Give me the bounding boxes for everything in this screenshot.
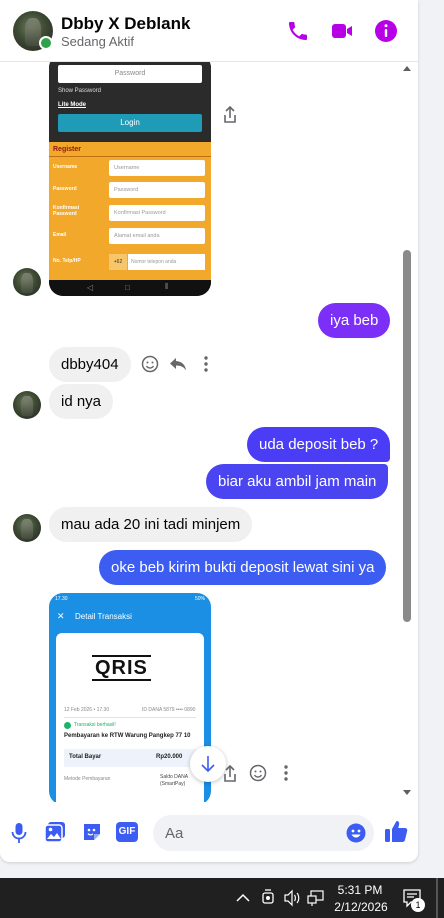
message-bubble-incoming[interactable]: id nya	[49, 384, 114, 419]
receipt-status-battery: 50%	[194, 596, 205, 602]
method-value: Saldo DANA	[160, 774, 189, 780]
messenger-window: Dbby X Deblank Sedang Aktif Password Sho…	[0, 0, 418, 862]
message-bubble-outgoing[interactable]: iya beb	[318, 303, 391, 338]
image-attachment-receipt[interactable]: 17.30 50% ✕ Detail Transaksi QRIS 12 Feb…	[49, 593, 211, 802]
field-label: Password	[53, 186, 77, 192]
phone-call-icon[interactable]	[286, 19, 310, 43]
nav-recent-icon: ⦀	[165, 282, 169, 291]
show-desktop-divider[interactable]	[436, 878, 438, 918]
total-label: Total Bayar	[69, 754, 102, 760]
register-heading: Register	[53, 146, 82, 153]
password-field: Password	[58, 65, 202, 83]
contact-status: Sedang Aktif	[61, 34, 134, 49]
photo-gallery-icon[interactable]	[44, 821, 66, 843]
like-thumbs-up-icon[interactable]	[384, 819, 408, 843]
message-bubble-outgoing[interactable]: biar aku ambil jam main	[206, 464, 389, 499]
message-input-wrapper[interactable]	[153, 815, 374, 851]
scrollbar-thumb[interactable]	[403, 250, 411, 622]
reply-icon[interactable]	[169, 355, 187, 373]
meet-now-icon[interactable]	[260, 889, 276, 907]
field-input: Konfirmasi Password	[109, 205, 205, 221]
field-input: Password	[109, 182, 205, 198]
scroll-down-arrow-icon[interactable]	[403, 790, 411, 795]
field-label: Username	[53, 164, 78, 170]
more-options-icon[interactable]	[199, 355, 213, 373]
nav-back-icon: ◁	[87, 283, 94, 292]
gif-icon[interactable]: GIF	[116, 822, 138, 842]
sender-avatar[interactable]	[13, 268, 41, 296]
field-input: Username	[109, 160, 205, 176]
chevron-up-icon[interactable]	[235, 890, 251, 906]
qris-logo: QRIS	[92, 655, 151, 681]
contact-name[interactable]: Dbby X Deblank	[61, 14, 190, 34]
scroll-up-arrow-icon[interactable]	[403, 66, 411, 71]
notification-count-badge: 1	[411, 898, 425, 912]
nav-home-icon: □	[125, 283, 130, 292]
field-label: Konfirmasi Password	[53, 205, 80, 217]
field-label: Email	[53, 232, 67, 238]
share-icon[interactable]	[222, 106, 238, 124]
message-bubble-outgoing[interactable]: oke beb kirim bukti deposit lewat sini y…	[99, 550, 387, 585]
arrow-down-icon	[201, 756, 215, 773]
video-call-icon[interactable]	[330, 19, 354, 43]
message-input[interactable]	[165, 823, 335, 843]
taskbar-time[interactable]: 5:31 PM	[335, 883, 385, 897]
field-input: Alamat email anda	[109, 228, 205, 244]
message-bubble-outgoing[interactable]: uda deposit beb ?	[247, 427, 391, 462]
field-label: No. Telp/HP	[53, 258, 81, 264]
sender-avatar[interactable]	[13, 391, 41, 419]
windows-taskbar: 5:31 PM 2/12/2026 1	[0, 878, 444, 918]
method-label: Metode Pembayaran	[64, 776, 111, 782]
online-status-dot	[39, 36, 53, 50]
field-input: Nomor telepon anda	[128, 254, 205, 270]
react-emoji-icon[interactable]	[249, 764, 267, 782]
chat-header: Dbby X Deblank Sedang Aktif	[0, 0, 418, 62]
login-button: Login	[58, 114, 202, 132]
sender-avatar[interactable]	[13, 514, 41, 542]
image-attachment-register[interactable]: Password Show Password Lite Mode Login R…	[49, 62, 211, 296]
receipt-date: 12 Feb 2026 • 17.30	[64, 707, 110, 713]
phone-prefix: +62	[109, 254, 127, 270]
chat-scrollbar[interactable]	[400, 62, 414, 802]
share-icon[interactable]	[222, 765, 238, 783]
more-options-icon[interactable]	[279, 764, 293, 782]
scroll-to-bottom-button[interactable]	[190, 746, 226, 782]
network-ethernet-icon[interactable]	[307, 889, 325, 907]
taskbar-date[interactable]: 2/12/2026	[332, 900, 390, 914]
microphone-icon[interactable]	[11, 822, 27, 844]
message-list[interactable]: Password Show Password Lite Mode Login R…	[0, 62, 418, 802]
emoji-picker-icon[interactable]	[346, 823, 366, 843]
receipt-success: Transaksi berhasil!	[74, 722, 116, 728]
sticker-icon[interactable]	[81, 821, 103, 843]
receipt-description: Pembayaran ke RTW Warung Pangkep 77 10	[64, 733, 191, 739]
composer-bar: GIF	[0, 802, 418, 862]
show-password-label: Show Password	[58, 88, 102, 94]
message-bubble-incoming[interactable]: mau ada 20 ini tadi minjem	[49, 507, 253, 542]
receipt-status-time: 17.30	[55, 596, 68, 602]
info-icon[interactable]	[374, 19, 398, 43]
receipt-title: Detail Transaksi	[75, 612, 132, 621]
lite-mode-link: Lite Mode	[58, 102, 86, 108]
message-bubble-incoming[interactable]: dbby404	[49, 347, 131, 382]
method-sub: (SmartPay)	[160, 781, 186, 787]
speaker-volume-icon[interactable]	[283, 889, 301, 907]
total-value: Rp20.000	[156, 754, 183, 760]
receipt-ref: ID DANA 5879 •••• 0890	[142, 707, 196, 713]
react-emoji-icon[interactable]	[141, 355, 159, 373]
receipt-close-icon: ✕	[57, 611, 65, 621]
